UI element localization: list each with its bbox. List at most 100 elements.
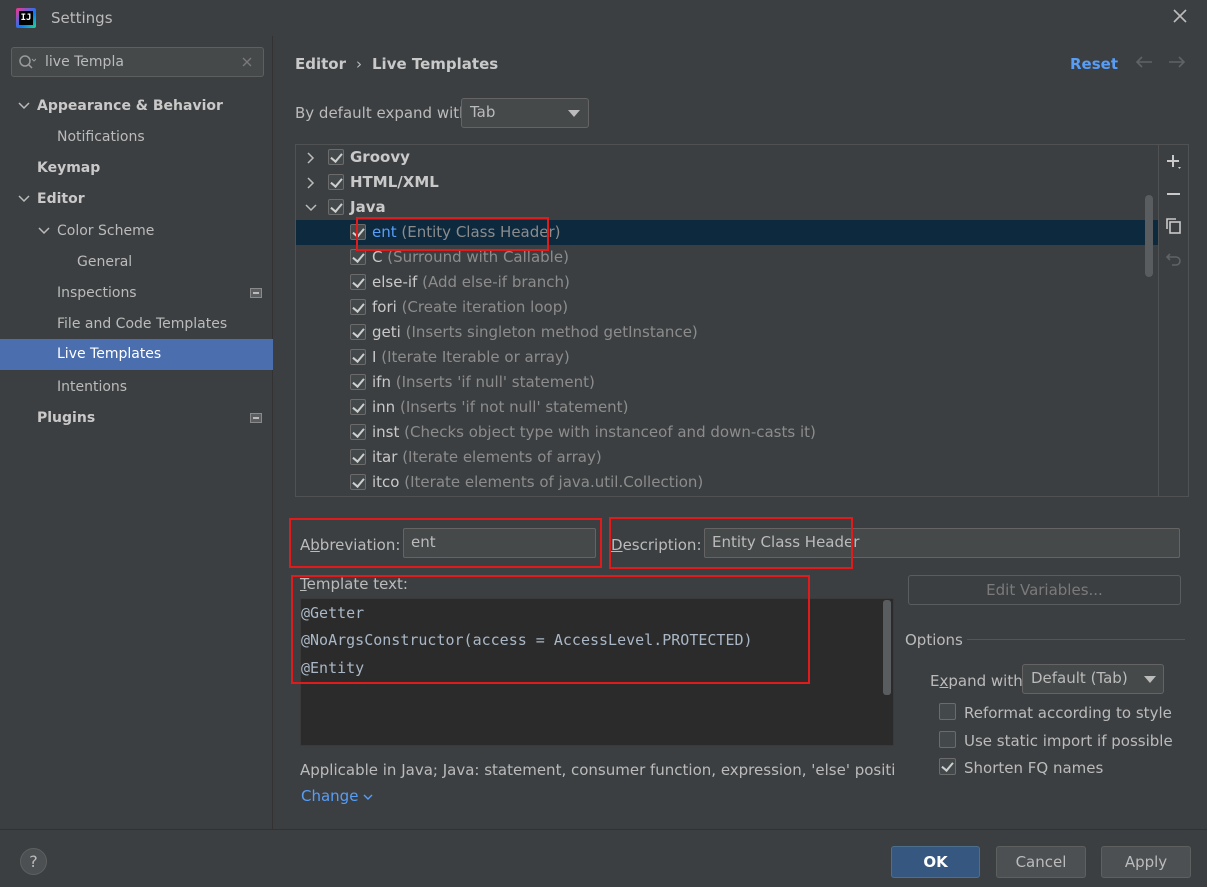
template-abbr: ifn bbox=[372, 373, 391, 391]
dialog-footer: ? OK Cancel Apply bbox=[0, 829, 1207, 887]
copy-icon[interactable] bbox=[1164, 216, 1184, 236]
breadcrumb-live-templates: Live Templates bbox=[372, 55, 499, 73]
template-checkbox[interactable] bbox=[350, 274, 366, 290]
sidebar-item-live-templates[interactable]: Live Templates bbox=[0, 339, 273, 370]
template-row[interactable]: itco (Iterate elements of java.util.Coll… bbox=[296, 470, 1158, 495]
help-button[interactable]: ? bbox=[20, 848, 47, 875]
sidebar-item-label: Notifications bbox=[57, 129, 145, 145]
group-checkbox[interactable] bbox=[328, 199, 344, 215]
template-checkbox[interactable] bbox=[350, 424, 366, 440]
template-row[interactable]: I (Iterate Iterable or array) bbox=[296, 345, 1158, 370]
template-row[interactable]: else-if (Add else-if branch) bbox=[296, 270, 1158, 295]
template-desc: (Iterate elements of array) bbox=[402, 448, 602, 466]
add-icon[interactable] bbox=[1164, 152, 1184, 172]
template-checkbox[interactable] bbox=[350, 399, 366, 415]
template-row[interactable]: itar (Iterate elements of array) bbox=[296, 445, 1158, 470]
settings-search[interactable] bbox=[11, 47, 264, 77]
sidebar-item-label: Color Scheme bbox=[57, 223, 155, 239]
template-checkbox[interactable] bbox=[350, 349, 366, 365]
remove-icon[interactable] bbox=[1164, 184, 1184, 204]
template-checkbox[interactable] bbox=[350, 374, 366, 390]
template-desc: (Checks object type with instanceof and … bbox=[404, 423, 816, 441]
template-checkbox[interactable] bbox=[350, 474, 366, 490]
template-tree[interactable]: Groovy HTML/XML Java ent (Entity Class H… bbox=[295, 144, 1189, 497]
sidebar-item-editor[interactable]: Editor bbox=[0, 184, 273, 215]
edit-variables-button[interactable]: Edit Variables... bbox=[908, 575, 1181, 605]
template-row[interactable]: geti (Inserts singleton method getInstan… bbox=[296, 320, 1158, 345]
change-label: Change bbox=[301, 787, 359, 805]
window-title: Settings bbox=[51, 9, 113, 27]
template-list-scrollbar[interactable] bbox=[1145, 195, 1153, 277]
shorten-fq-checkbox[interactable] bbox=[939, 758, 956, 775]
change-contexts-link[interactable]: Change bbox=[301, 787, 373, 805]
template-checkbox[interactable] bbox=[350, 299, 366, 315]
static-import-checkbox[interactable] bbox=[939, 731, 956, 748]
options-divider bbox=[967, 639, 1185, 640]
sidebar-item-label: Editor bbox=[37, 191, 85, 207]
cancel-button[interactable]: Cancel bbox=[996, 846, 1086, 878]
template-abbr: geti bbox=[372, 323, 401, 341]
template-checkbox[interactable] bbox=[350, 249, 366, 265]
chevron-down-icon[interactable] bbox=[37, 224, 51, 238]
template-checkbox[interactable] bbox=[350, 449, 366, 465]
search-input[interactable] bbox=[45, 52, 235, 72]
template-text-scrollbar[interactable] bbox=[883, 600, 891, 695]
template-label: ifn (Inserts 'if null' statement) bbox=[372, 370, 595, 395]
restore-icon[interactable] bbox=[1164, 248, 1184, 268]
close-icon[interactable] bbox=[1170, 6, 1190, 26]
template-desc: (Inserts 'if not null' statement) bbox=[399, 398, 629, 416]
template-row[interactable]: fori (Create iteration loop) bbox=[296, 295, 1158, 320]
sidebar-item-label: Live Templates bbox=[57, 346, 162, 362]
arrow-right-icon[interactable] bbox=[1167, 54, 1187, 70]
static-import-label: Use static import if possible bbox=[964, 732, 1173, 750]
template-row[interactable]: inn (Inserts 'if not null' statement) bbox=[296, 395, 1158, 420]
template-group-row[interactable]: Groovy bbox=[296, 145, 1158, 170]
dropdown-arrow-icon bbox=[1144, 676, 1156, 683]
reset-link[interactable]: Reset bbox=[1070, 55, 1118, 73]
sidebar-item-plugins[interactable]: Plugins bbox=[0, 403, 273, 434]
default-expand-select[interactable]: Tab bbox=[461, 98, 589, 128]
clear-search-icon[interactable] bbox=[240, 55, 254, 69]
chevron-right-icon[interactable] bbox=[304, 176, 318, 190]
sidebar-item-color-scheme[interactable]: Color Scheme bbox=[0, 216, 273, 247]
search-icon bbox=[19, 55, 36, 69]
sidebar-item-file-code-templates[interactable]: File and Code Templates bbox=[0, 309, 273, 340]
shorten-fq-label: Shorten FQ names bbox=[964, 759, 1104, 777]
arrow-left-icon[interactable] bbox=[1134, 54, 1154, 70]
sidebar-item-keymap[interactable]: Keymap bbox=[0, 153, 273, 184]
template-abbr: inst bbox=[372, 423, 400, 441]
group-checkbox[interactable] bbox=[328, 174, 344, 190]
template-abbr: else-if bbox=[372, 273, 418, 291]
ok-button[interactable]: OK bbox=[891, 846, 980, 878]
reformat-checkbox[interactable] bbox=[939, 703, 956, 720]
template-abbr: inn bbox=[372, 398, 396, 416]
sidebar-item-general[interactable]: General bbox=[0, 247, 273, 278]
template-desc: (Iterate elements of java.util.Collectio… bbox=[404, 473, 704, 491]
sidebar-item-appearance-behavior[interactable]: Appearance & Behavior bbox=[0, 91, 273, 122]
template-abbr: I bbox=[372, 348, 377, 366]
expand-with-select[interactable]: Default (Tab) bbox=[1022, 664, 1164, 694]
template-row[interactable]: ifn (Inserts 'if null' statement) bbox=[296, 370, 1158, 395]
chevron-down-icon[interactable] bbox=[17, 99, 31, 113]
sidebar-item-notifications[interactable]: Notifications bbox=[0, 122, 273, 153]
sidebar-item-label: General bbox=[77, 254, 133, 270]
template-desc: (Create iteration loop) bbox=[401, 298, 569, 316]
chevron-down-icon[interactable] bbox=[304, 201, 318, 215]
template-label: else-if (Add else-if branch) bbox=[372, 270, 570, 295]
template-group-row[interactable]: HTML/XML bbox=[296, 170, 1158, 195]
group-checkbox[interactable] bbox=[328, 149, 344, 165]
template-label: itar (Iterate elements of array) bbox=[372, 445, 602, 470]
sidebar-item-inspections[interactable]: Inspections bbox=[0, 278, 273, 309]
chevron-down-icon[interactable] bbox=[17, 192, 31, 206]
template-label: inn (Inserts 'if not null' statement) bbox=[372, 395, 628, 420]
template-row[interactable]: inst (Checks object type with instanceof… bbox=[296, 420, 1158, 445]
template-desc: (Iterate Iterable or array) bbox=[381, 348, 570, 366]
sidebar-item-intentions[interactable]: Intentions bbox=[0, 372, 273, 403]
chevron-right-icon[interactable] bbox=[304, 151, 318, 165]
options-title: Options bbox=[905, 631, 963, 649]
template-abbr: itco bbox=[372, 473, 400, 491]
breadcrumb-editor[interactable]: Editor bbox=[295, 55, 346, 73]
template-checkbox[interactable] bbox=[350, 324, 366, 340]
apply-button[interactable]: Apply bbox=[1101, 846, 1191, 878]
project-settings-icon bbox=[250, 413, 262, 423]
